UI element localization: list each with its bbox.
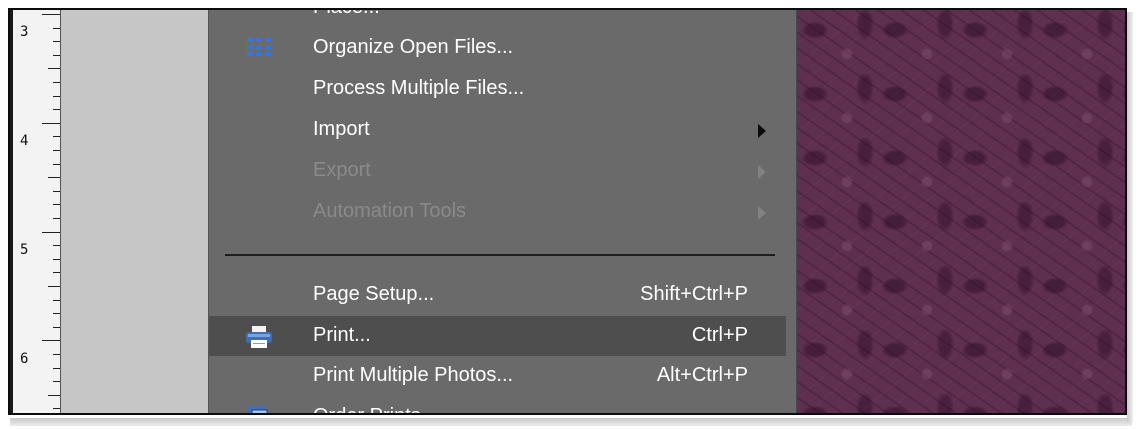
ruler-tick xyxy=(53,54,60,56)
menu-item-print-multiple-photos[interactable]: Print Multiple Photos... Alt+Ctrl+P xyxy=(209,356,786,396)
menu-item-label: Place... xyxy=(313,10,380,19)
window-shadow xyxy=(10,418,1132,426)
menu-item-order-prints[interactable]: Order Prints xyxy=(209,397,786,413)
ruler-tick xyxy=(53,313,60,315)
vertical-ruler: 3 4 5 6 xyxy=(10,10,61,413)
menu-item-label: Automation Tools xyxy=(313,200,467,222)
file-menu: Place... Organize Open Files... Process … xyxy=(208,10,797,413)
ruler-tick xyxy=(53,190,60,192)
ruler-tick xyxy=(53,367,60,369)
ruler-tick xyxy=(53,82,60,83)
submenu-arrow-icon xyxy=(758,124,766,138)
menu-item-export[interactable]: Export xyxy=(209,151,786,191)
menu-item-automation-tools[interactable]: Automation Tools xyxy=(209,192,786,232)
ruler-tick xyxy=(53,258,60,260)
menu-item-import[interactable]: Import xyxy=(209,110,786,150)
ruler-tick xyxy=(48,286,60,287)
ruler-tick xyxy=(53,204,60,206)
menu-item-label: Page Setup... xyxy=(313,283,435,305)
grid-icon xyxy=(247,38,271,58)
ruler-tick xyxy=(53,109,60,111)
ruler-tick xyxy=(53,299,60,301)
ruler-tick xyxy=(53,218,60,219)
ruler-tick xyxy=(53,27,60,29)
ruler-tick xyxy=(42,122,60,124)
menu-item-label: Order Prints xyxy=(313,405,421,413)
menu-item-label: Process Multiple Files... xyxy=(313,77,525,99)
menu-item-process-multiple-files[interactable]: Process Multiple Files... xyxy=(209,69,786,109)
ruler-tick xyxy=(53,150,60,151)
menu-item-label: Import xyxy=(313,118,370,140)
ruler-tick xyxy=(53,95,60,97)
ruler-label-3: 3 xyxy=(20,24,29,40)
canvas-background xyxy=(61,10,211,413)
ruler-tick xyxy=(53,381,60,383)
menu-item-shortcut: Ctrl+P xyxy=(691,324,748,346)
menu-item-page-setup[interactable]: Page Setup... Shift+Ctrl+P xyxy=(209,275,786,315)
ruler-tick xyxy=(42,14,60,15)
ruler-tick xyxy=(53,163,60,165)
screenshot-frame: 3 4 5 6 Place... Organize Open Files... … xyxy=(8,8,1127,415)
ruler-tick xyxy=(48,177,60,179)
menu-item-label: Organize Open Files... xyxy=(313,36,514,58)
menu-item-shortcut: Shift+Ctrl+P xyxy=(640,283,748,305)
menu-item-label: Export xyxy=(313,159,371,181)
window-shadow-right xyxy=(1127,12,1133,422)
menu-separator xyxy=(225,254,775,256)
submenu-arrow-icon xyxy=(758,165,766,179)
ruler-label-6: 6 xyxy=(20,351,29,367)
menu-item-place[interactable]: Place... xyxy=(209,10,786,28)
ruler-tick xyxy=(42,340,60,342)
menu-item-print[interactable]: Print... Ctrl+P xyxy=(209,316,786,356)
printer-icon xyxy=(246,326,272,348)
document-image xyxy=(795,10,1125,413)
ruler-tick xyxy=(42,231,60,233)
ruler-tick xyxy=(53,245,60,247)
ruler-tick xyxy=(53,326,60,328)
ruler-tick xyxy=(53,272,60,274)
ruler-tick xyxy=(48,68,60,70)
menu-item-label: Print... xyxy=(313,324,371,346)
submenu-arrow-icon xyxy=(758,206,766,220)
ruler-label-5: 5 xyxy=(20,242,29,258)
ruler-tick xyxy=(53,136,60,138)
ruler-tick xyxy=(53,408,60,410)
order-prints-icon xyxy=(248,406,268,413)
menu-item-shortcut: Alt+Ctrl+P xyxy=(656,364,748,386)
ruler-tick xyxy=(53,41,60,43)
menu-item-organize-open-files[interactable]: Organize Open Files... xyxy=(209,28,786,68)
ruler-label-4: 4 xyxy=(20,133,29,149)
ruler-tick xyxy=(53,354,60,355)
menu-item-label: Print Multiple Photos... xyxy=(313,364,514,386)
ruler-tick xyxy=(48,394,60,396)
